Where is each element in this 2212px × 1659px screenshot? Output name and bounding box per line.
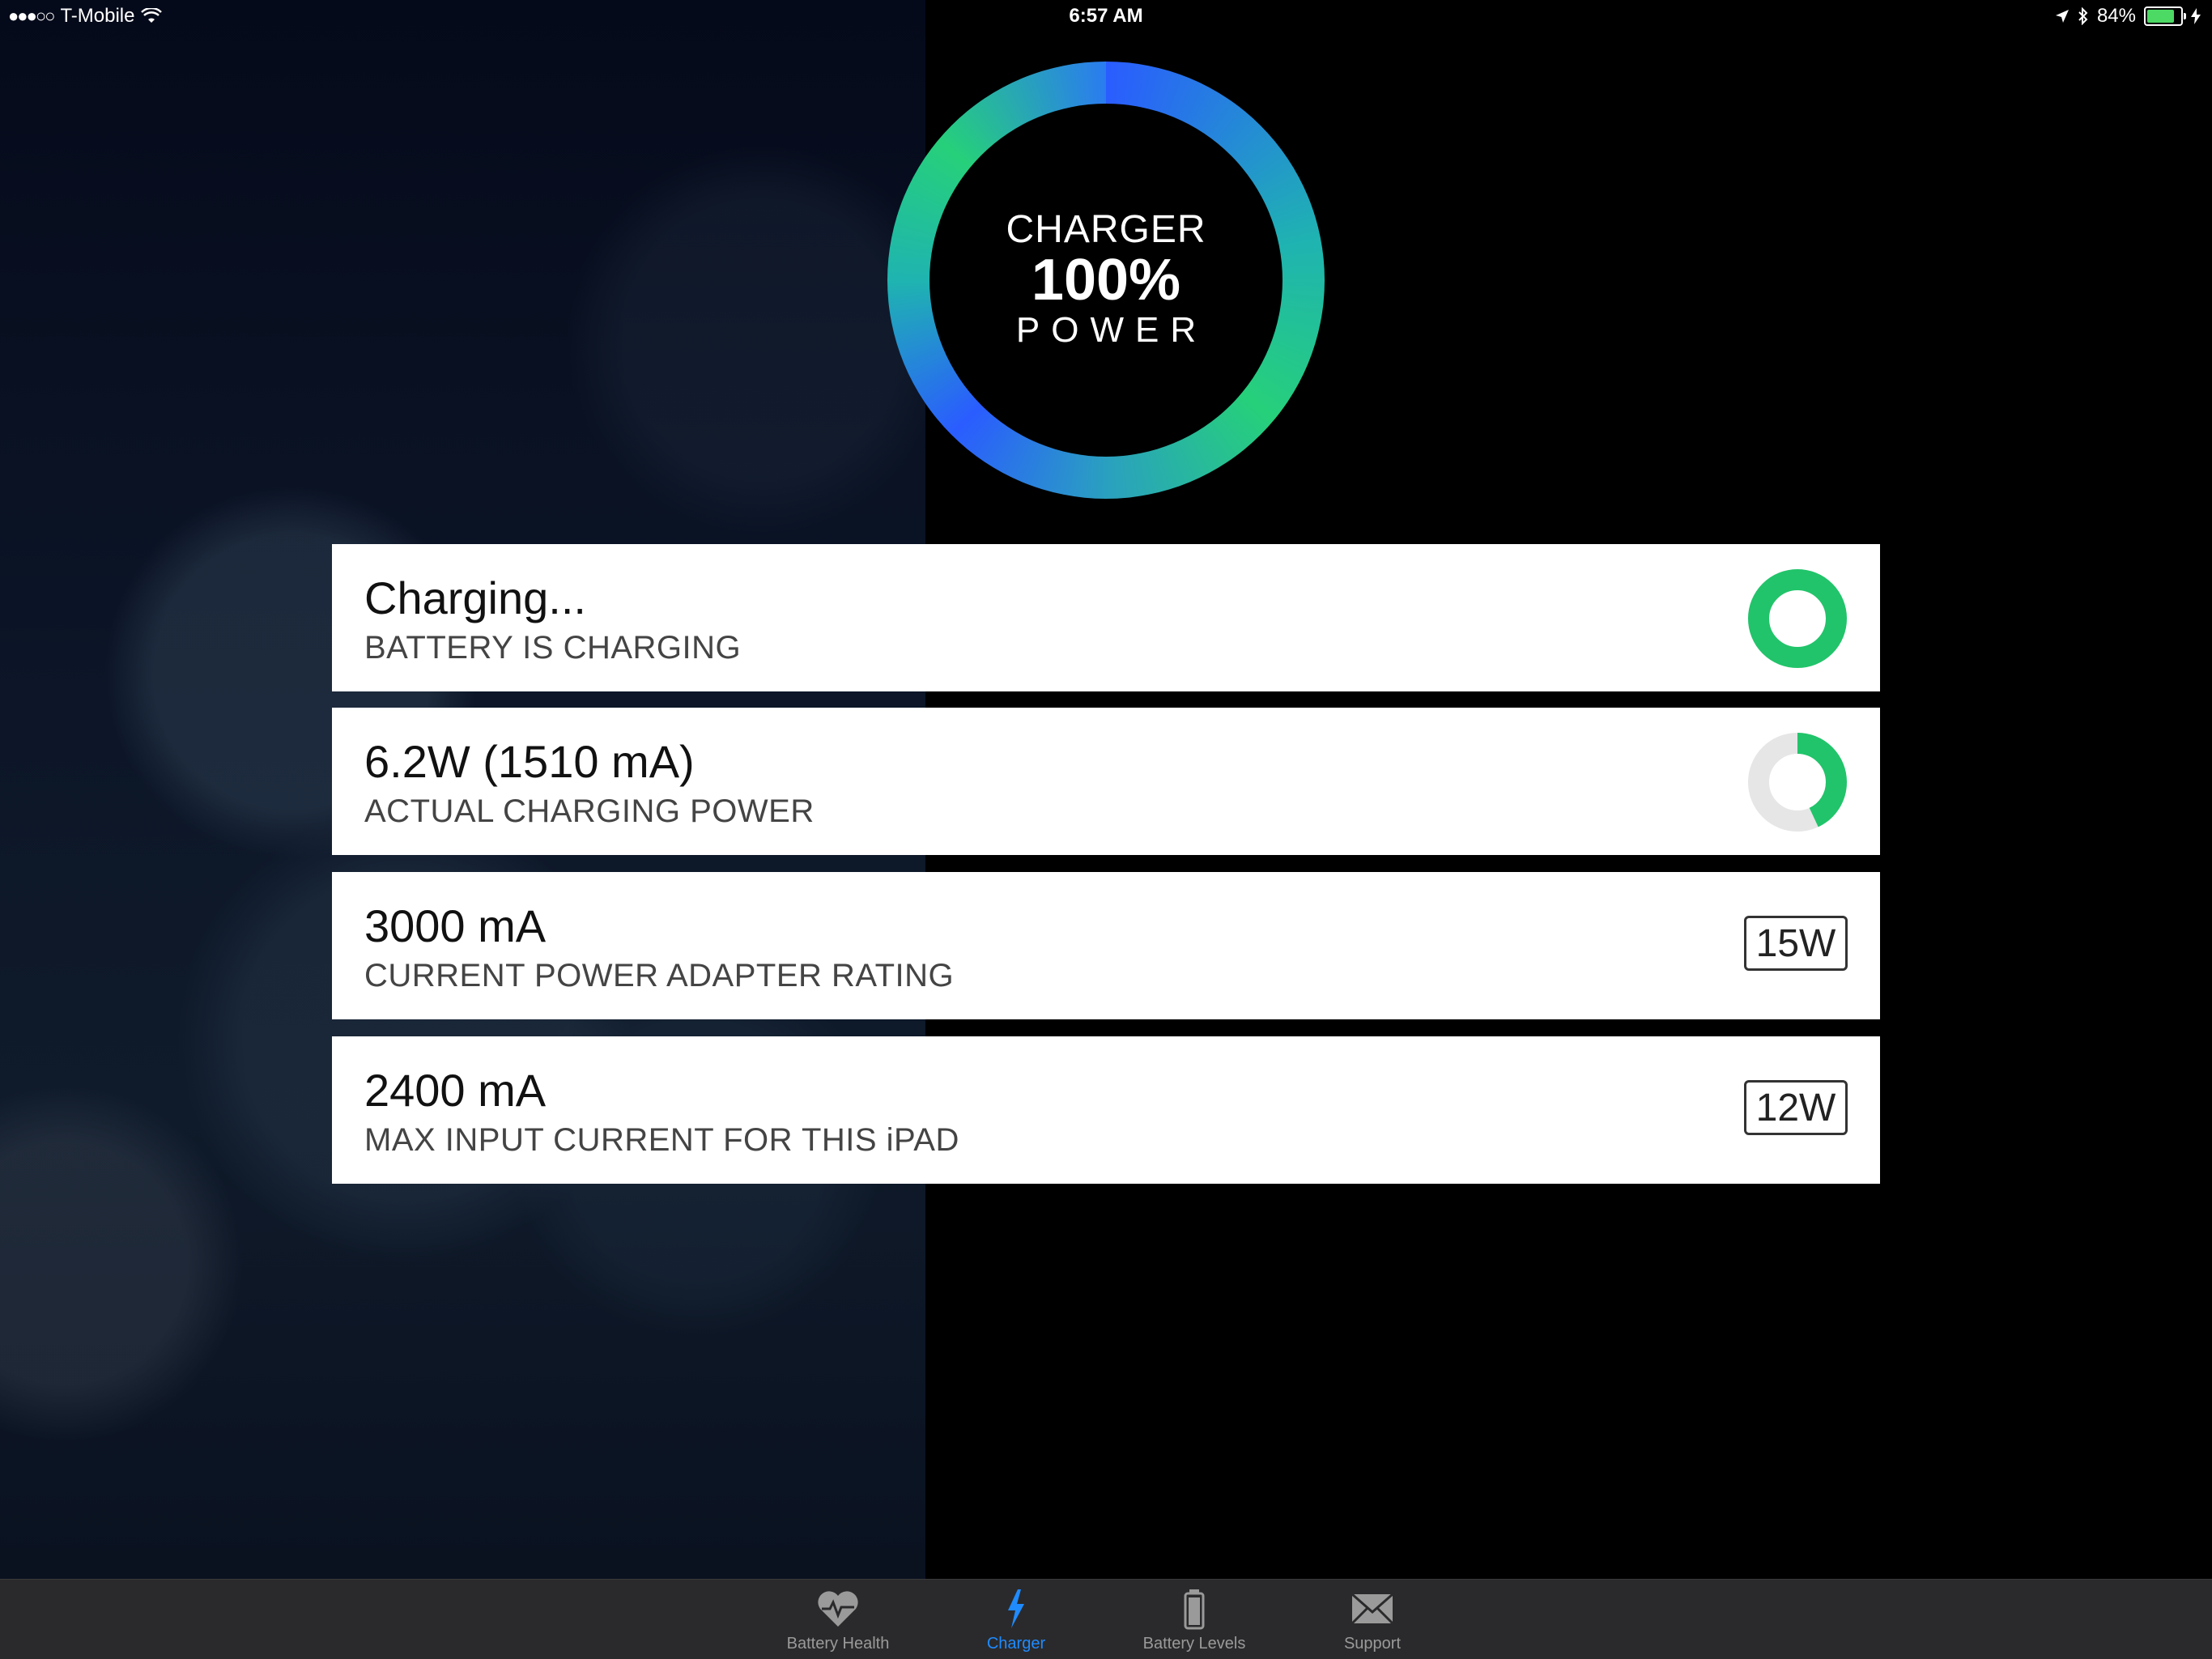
status-time: 6:57 AM — [1069, 5, 1143, 27]
tab-label: Charger — [986, 1635, 1046, 1653]
location-arrow-icon — [2055, 10, 2069, 23]
wattage-badge: 12W — [1744, 1080, 1848, 1135]
card-title: 6.2W (1510 mA) — [364, 736, 695, 787]
card-title: 3000 mA — [364, 900, 547, 951]
card-subtitle: BATTERY IS CHARGING — [364, 630, 742, 666]
lightning-bolt-icon — [1008, 1589, 1024, 1628]
tab-support[interactable]: Support — [1291, 1580, 1453, 1659]
card-subtitle: ACTUAL CHARGING POWER — [364, 793, 815, 829]
battery-percent: 84% — [2096, 5, 2136, 27]
ring-label-bottom: POWER — [1015, 310, 1208, 350]
charging-status-card: Charging... BATTERY IS CHARGING — [332, 544, 1880, 691]
charging-power-card: 6.2W (1510 mA) ACTUAL CHARGING POWER — [332, 708, 1880, 855]
battery-icon — [1184, 1589, 1205, 1630]
wattage-badge: 15W — [1744, 916, 1848, 971]
charger-power-ring: CHARGER 100% POWER — [887, 62, 1325, 499]
charging-bolt-icon — [2191, 8, 2201, 24]
charging-ring-icon — [1748, 569, 1847, 668]
battery-level-icon — [2144, 6, 2186, 26]
card-subtitle: CURRENT POWER ADAPTER RATING — [364, 958, 955, 993]
ring-label-top: CHARGER — [1006, 208, 1206, 251]
ring-percent: 100% — [1031, 248, 1181, 313]
status-bar: ●●●○○ T-Mobile 6:57 AM 84% — [0, 0, 2212, 32]
tab-battery-levels[interactable]: Battery Levels — [1113, 1580, 1275, 1659]
max-input-card: 2400 mA MAX INPUT CURRENT FOR THIS iPAD … — [332, 1036, 1880, 1184]
card-subtitle: MAX INPUT CURRENT FOR THIS iPAD — [364, 1122, 959, 1158]
card-title: Charging... — [364, 572, 586, 623]
tab-label: Battery Levels — [1142, 1635, 1246, 1653]
tab-bar: Battery Health Charger Battery Levels Su… — [0, 1579, 2212, 1659]
heart-pulse-icon — [818, 1591, 858, 1627]
envelope-icon — [1351, 1593, 1394, 1625]
power-ring-icon — [1748, 733, 1847, 832]
adapter-rating-card: 3000 mA CURRENT POWER ADAPTER RATING 15W — [332, 872, 1880, 1019]
tab-charger[interactable]: Charger — [935, 1580, 1097, 1659]
tab-label: Battery Health — [786, 1635, 890, 1653]
status-right-group: 84% — [2055, 5, 2201, 28]
tab-label: Support — [1343, 1635, 1402, 1653]
ring-center: CHARGER 100% POWER — [929, 104, 1283, 457]
tab-battery-health[interactable]: Battery Health — [757, 1580, 919, 1659]
bluetooth-icon — [2078, 7, 2088, 25]
card-title: 2400 mA — [364, 1065, 547, 1116]
